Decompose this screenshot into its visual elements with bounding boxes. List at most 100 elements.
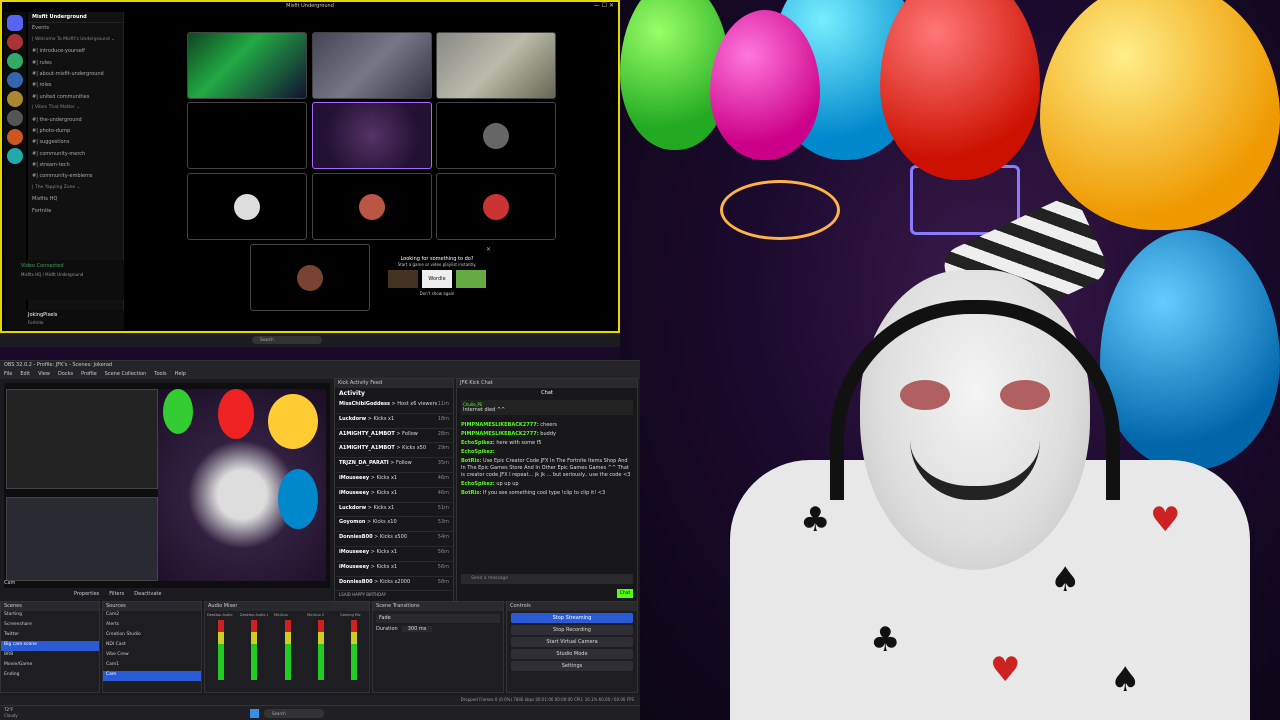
channel-item[interactable]: #| about-misfit-underground bbox=[28, 69, 123, 80]
channel-item[interactable]: #| rules bbox=[28, 58, 123, 69]
video-tile[interactable] bbox=[312, 102, 432, 169]
server-name[interactable]: Misfit Underground bbox=[28, 12, 123, 24]
feed-item[interactable]: Luckdorw > Kicks x1 18m bbox=[335, 414, 453, 429]
feed-item[interactable]: Luckdorw > Kicks x1 51m bbox=[335, 503, 453, 518]
source-item[interactable]: Cam1 bbox=[103, 661, 201, 671]
channel-item[interactable]: #| roles bbox=[28, 80, 123, 91]
feed-item[interactable]: TRJZN_DA_PARATI > Follow 35m bbox=[335, 458, 453, 473]
source-item[interactable]: NDI Cast bbox=[103, 641, 201, 651]
taskbar-search[interactable]: Search bbox=[264, 709, 324, 718]
channel-category[interactable]: | Vibes That Matter ⌄ bbox=[28, 103, 123, 114]
feed-item[interactable]: DonniesB00 > Kicks x2000 58m bbox=[335, 577, 453, 592]
obs-menu-item[interactable]: View bbox=[38, 371, 50, 378]
close-icon[interactable]: ✕ bbox=[486, 246, 491, 253]
source-item[interactable]: Cam bbox=[103, 671, 201, 681]
chat-user[interactable]: PIMPNAMESLIKEBACK2777: bbox=[461, 422, 539, 428]
server-icon[interactable] bbox=[7, 148, 23, 164]
obs-menu-item[interactable]: Edit bbox=[20, 371, 30, 378]
obs-tab[interactable]: Filters bbox=[109, 591, 124, 597]
video-tile[interactable] bbox=[187, 102, 307, 169]
server-icon[interactable] bbox=[7, 91, 23, 107]
chat-user[interactable]: EchoSpikez: bbox=[461, 481, 495, 487]
activity-game[interactable] bbox=[388, 270, 418, 288]
channel-item[interactable]: #| community-emblems bbox=[28, 171, 123, 182]
video-tile[interactable] bbox=[436, 32, 556, 99]
control-button[interactable]: Settings bbox=[511, 661, 633, 671]
scene-item[interactable]: Starting bbox=[1, 611, 99, 621]
transition-select[interactable]: Fade bbox=[376, 614, 500, 623]
obs-menu-item[interactable]: Help bbox=[175, 371, 186, 378]
server-icon[interactable] bbox=[7, 34, 23, 50]
server-icon[interactable] bbox=[7, 129, 23, 145]
weather-temp[interactable]: 72°F bbox=[4, 707, 13, 712]
duration-input[interactable]: 300 ms bbox=[401, 626, 433, 632]
scene-item[interactable]: BRB bbox=[1, 651, 99, 661]
video-tile[interactable] bbox=[187, 173, 307, 240]
chat-user[interactable]: BotRix: bbox=[461, 458, 481, 464]
chat-user[interactable]: BotRix: bbox=[461, 490, 481, 496]
server-icon[interactable] bbox=[7, 110, 23, 126]
taskbar-search[interactable]: Search bbox=[252, 336, 322, 344]
scene-item[interactable]: Twitter bbox=[1, 631, 99, 641]
video-tile[interactable] bbox=[312, 173, 432, 240]
scene-item[interactable]: Ending bbox=[1, 671, 99, 681]
discord-home-icon[interactable] bbox=[7, 15, 23, 31]
video-tile[interactable] bbox=[250, 244, 370, 311]
scene-item[interactable]: Screenshare bbox=[1, 621, 99, 631]
channel-item[interactable]: #| united communities bbox=[28, 92, 123, 103]
obs-menu-item[interactable]: Profile bbox=[81, 371, 97, 378]
channel-item[interactable]: Fortnite bbox=[28, 206, 123, 217]
dont-show-checkbox[interactable]: Don't show again bbox=[382, 291, 492, 296]
video-tile[interactable] bbox=[436, 102, 556, 169]
video-tile[interactable] bbox=[187, 32, 307, 99]
video-tile[interactable] bbox=[436, 173, 556, 240]
feed-item[interactable]: A1MIGHTY_A1MBOT > Kicks x50 29m bbox=[335, 443, 453, 459]
feed-item[interactable]: iMouseeey > Kicks x1 46m bbox=[335, 473, 453, 488]
obs-menu-item[interactable]: File bbox=[4, 371, 12, 378]
feed-item[interactable]: MissChibiGoddess > Host x6 viewers 11m bbox=[335, 399, 453, 414]
obs-menu-item[interactable]: Tools bbox=[154, 371, 166, 378]
feed-item[interactable]: iMouseeey > Kicks x1 46m bbox=[335, 488, 453, 503]
control-button[interactable]: Studio Mode bbox=[511, 649, 633, 659]
chat-user[interactable]: EchoSpikez: bbox=[461, 449, 495, 455]
channel-category[interactable]: | The Yapping Zone ⌄ bbox=[28, 183, 123, 194]
obs-tab[interactable]: Properties bbox=[74, 591, 99, 597]
chat-send-button[interactable]: Chat bbox=[617, 589, 633, 598]
scene-item[interactable]: Big cam scene bbox=[1, 641, 99, 651]
video-tile[interactable] bbox=[312, 32, 432, 99]
volume-meter[interactable] bbox=[284, 620, 291, 680]
feed-item[interactable]: A1MIGHTY_A1MBOT > Follow 28m bbox=[335, 429, 453, 444]
channel-item[interactable]: #| community-merch bbox=[28, 149, 123, 160]
feed-item[interactable]: iMouseeey > Kicks x1 56m bbox=[335, 562, 453, 577]
feed-item[interactable]: Goyomon > Kicks x10 53m bbox=[335, 517, 453, 533]
server-icon[interactable] bbox=[7, 53, 23, 69]
chat-input[interactable]: Send a message bbox=[461, 574, 633, 584]
obs-preview[interactable] bbox=[4, 383, 330, 588]
volume-meter[interactable] bbox=[317, 620, 324, 680]
windows-start-icon[interactable] bbox=[250, 709, 259, 718]
window-controls[interactable]: — ☐ ✕ bbox=[594, 2, 614, 9]
source-item[interactable]: Creation Studio bbox=[103, 631, 201, 641]
feed-item[interactable]: DonniesB00 > Kicks x500 54m bbox=[335, 532, 453, 547]
channel-category[interactable]: | Welcome To Misfit's Underground ⌄ bbox=[28, 35, 123, 46]
source-item[interactable]: Alerts bbox=[103, 621, 201, 631]
source-item[interactable]: Vibe Crew bbox=[103, 651, 201, 661]
feed-item[interactable]: iMouseeey > Kicks x1 56m bbox=[335, 547, 453, 562]
channel-item[interactable]: Misfits HQ bbox=[28, 194, 123, 205]
channel-item[interactable]: #| introduce-yourself bbox=[28, 46, 123, 57]
channel-item[interactable]: #| photo-dump bbox=[28, 126, 123, 137]
source-item[interactable]: Cam2 bbox=[103, 611, 201, 621]
channel-item[interactable]: #| stream-tech bbox=[28, 160, 123, 171]
volume-meter[interactable] bbox=[217, 620, 224, 680]
control-button[interactable]: Start Virtual Camera bbox=[511, 637, 633, 647]
scene-item[interactable]: Movie/Game bbox=[1, 661, 99, 671]
volume-meter[interactable] bbox=[350, 620, 357, 680]
obs-menu-item[interactable]: Scene Collection bbox=[105, 371, 147, 378]
chat-user[interactable]: PIMPNAMESLIKEBACK2777: bbox=[461, 431, 539, 437]
volume-meter[interactable] bbox=[251, 620, 257, 680]
control-button[interactable]: Stop Streaming bbox=[511, 613, 633, 623]
channel-item[interactable]: #| suggestions bbox=[28, 137, 123, 148]
control-button[interactable]: Stop Recording bbox=[511, 625, 633, 635]
activity-game[interactable] bbox=[456, 270, 486, 288]
channel-item[interactable]: Events bbox=[28, 23, 123, 34]
